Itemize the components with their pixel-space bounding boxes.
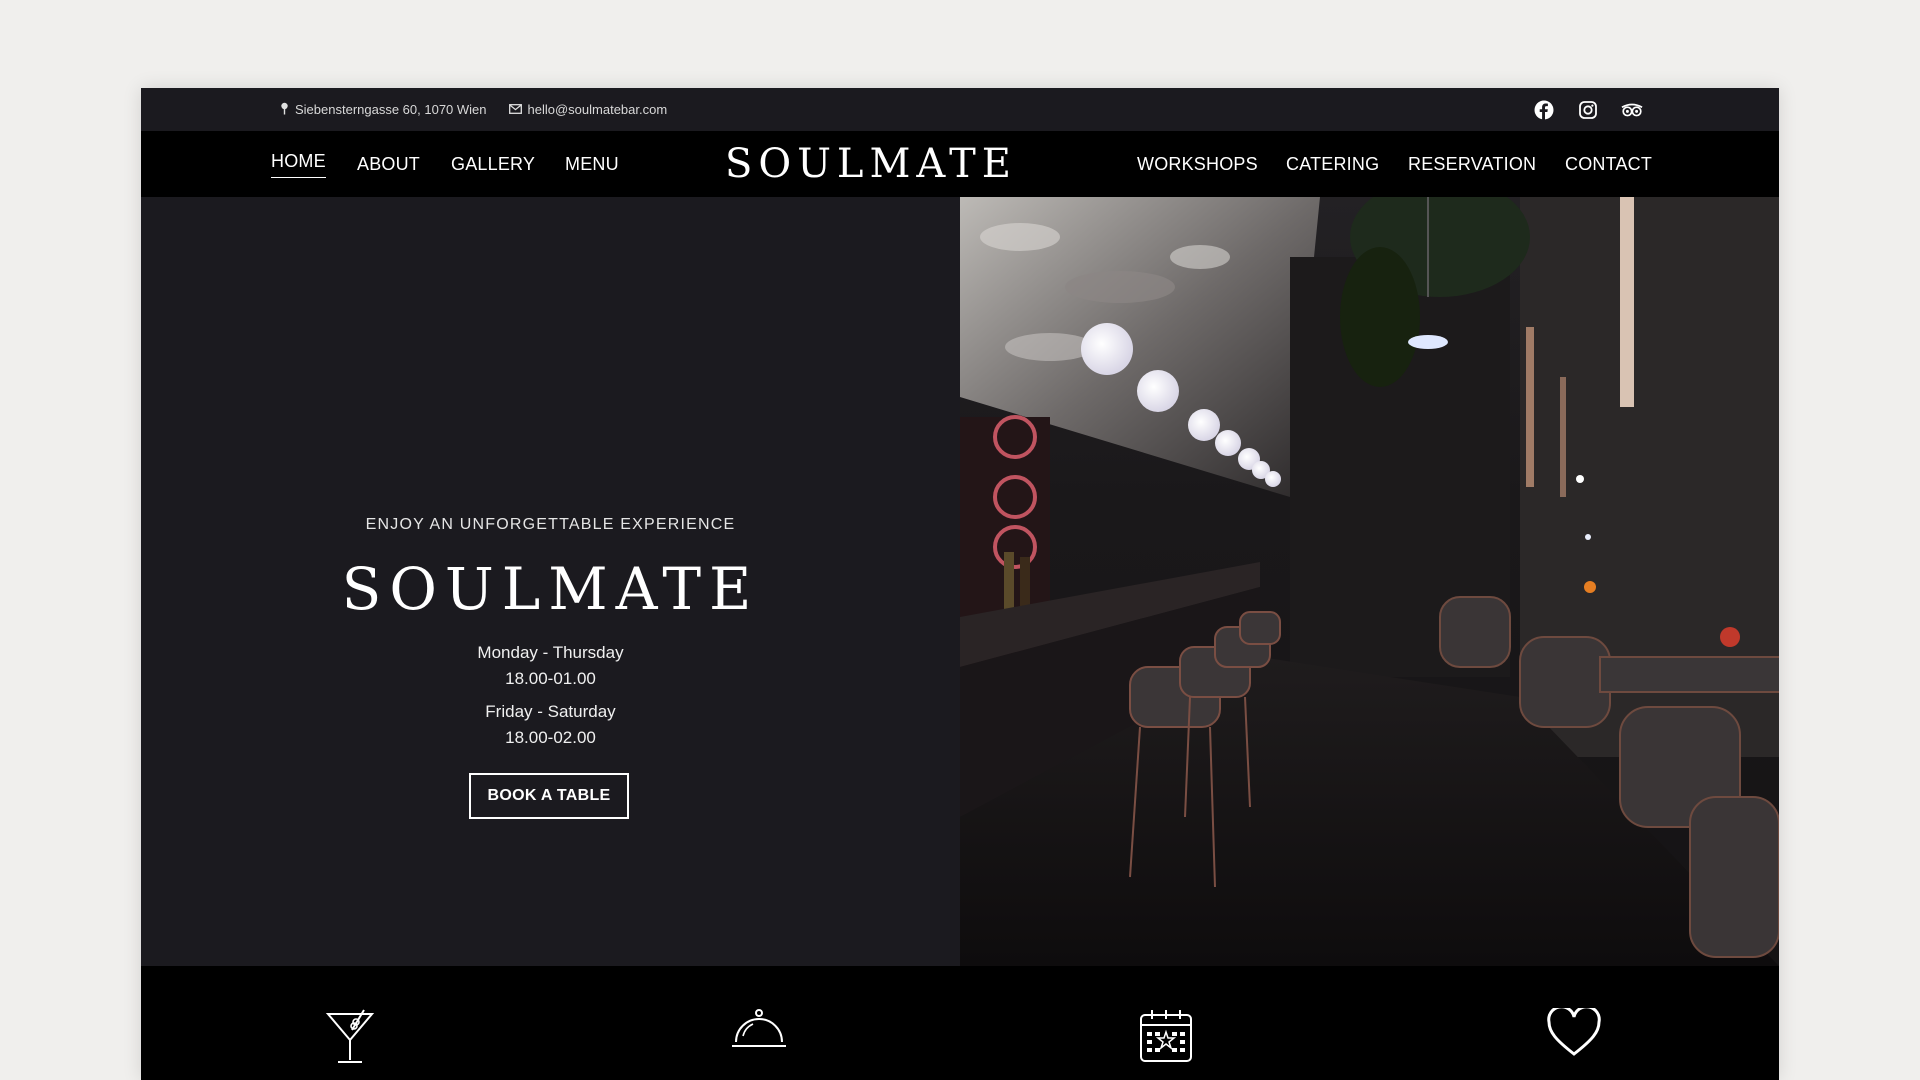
facebook-icon[interactable]	[1533, 99, 1555, 121]
nav-item-workshops[interactable]: WORKSHOPS	[1137, 131, 1258, 197]
top-info-bar: Siebensterngasse 60, 1070 Wien hello@sou…	[141, 88, 1779, 131]
hours-time-weekend: 18.00-02.00	[505, 728, 596, 747]
bar-interior-illustration	[960, 197, 1779, 966]
hours-days-weekday: Monday - Thursday	[477, 643, 624, 662]
email-item[interactable]: hello@soulmatebar.com	[508, 102, 668, 117]
nav-item-reservation[interactable]: RESERVATION	[1408, 131, 1536, 197]
cloche-icon	[731, 1008, 787, 1068]
nav-item-contact[interactable]: CONTACT	[1565, 131, 1652, 197]
address-text: Siebensterngasse 60, 1070 Wien	[295, 102, 487, 117]
tripadvisor-icon[interactable]	[1621, 99, 1643, 121]
bar-interior-image	[960, 197, 1779, 966]
hours-time-weekday: 18.00-01.00	[505, 669, 596, 688]
location-pin-icon	[280, 102, 289, 118]
nav-item-gallery[interactable]: GALLERY	[451, 131, 535, 197]
envelope-icon	[508, 102, 522, 117]
website-frame: Siebensterngasse 60, 1070 Wien hello@sou…	[141, 88, 1779, 1080]
nav-item-about[interactable]: ABOUT	[357, 131, 420, 197]
address-item[interactable]: Siebensterngasse 60, 1070 Wien	[280, 102, 487, 118]
nav-item-menu[interactable]: MENU	[565, 131, 619, 197]
features-strip	[141, 966, 1779, 1080]
book-table-button[interactable]: BOOK A TABLE	[469, 773, 629, 819]
cocktail-icon	[322, 1008, 378, 1068]
hero-text-panel: ENJOY AN UNFORGETTABLE EXPERIENCE SOULMA…	[141, 197, 960, 966]
calendar-icon	[1138, 1008, 1194, 1068]
nav-item-catering[interactable]: CATERING	[1286, 131, 1379, 197]
nav-item-home[interactable]: HOME	[271, 131, 326, 197]
heart-icon	[1546, 1008, 1602, 1068]
instagram-icon[interactable]	[1577, 99, 1599, 121]
hours-days-weekend: Friday - Saturday	[485, 702, 616, 721]
email-text: hello@soulmatebar.com	[527, 102, 668, 117]
site-logo[interactable]: SOULMATE	[725, 131, 1011, 197]
main-navigation: HOME ABOUT GALLERY MENU SOULMATE WORKSHO…	[141, 131, 1779, 197]
contact-info: Siebensterngasse 60, 1070 Wien hello@sou…	[280, 88, 667, 131]
hero-logo: SOULMATE	[341, 555, 760, 623]
hero-tagline: ENJOY AN UNFORGETTABLE EXPERIENCE	[365, 516, 736, 533]
social-links	[1533, 88, 1643, 131]
